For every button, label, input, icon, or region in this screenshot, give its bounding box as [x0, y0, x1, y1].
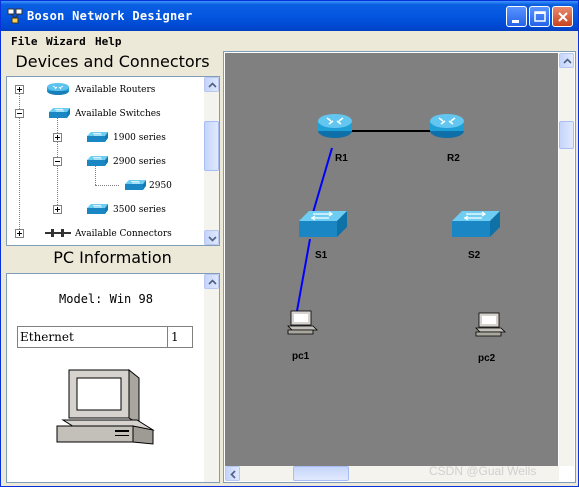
chevron-up-icon: [208, 82, 217, 88]
pc-large-icon: [56, 368, 155, 445]
tree-item-routers[interactable]: Available Routers: [75, 85, 155, 95]
chevron-up-icon: [563, 58, 572, 64]
canvas-scroll-up[interactable]: [559, 53, 574, 68]
pc-info-scroll-up[interactable]: [204, 274, 219, 289]
device-tree: Available Routers Available Switches 190…: [6, 76, 220, 246]
maximize-button[interactable]: [529, 6, 550, 27]
switch-icon: [87, 204, 108, 214]
app-network-icon: [7, 8, 23, 24]
topology-canvas[interactable]: R1 R2 S1 S2 pc1 pc2: [225, 53, 558, 466]
tree-scroll-down[interactable]: [204, 230, 219, 245]
tree-scroll-thumb[interactable]: [204, 121, 219, 171]
switch-icon: [87, 156, 108, 166]
device-label-s2: S2: [468, 250, 481, 261]
tree-item-2900-series[interactable]: 2900 series: [113, 157, 166, 167]
router-r2-icon[interactable]: [430, 114, 464, 138]
canvas-hscroll-thumb[interactable]: [293, 466, 349, 481]
watermark-text: CSDN @Gual Wells: [429, 464, 537, 478]
window-title: Boson Network Designer: [27, 9, 193, 23]
tree-item-3500-series[interactable]: 3500 series: [113, 205, 166, 215]
link-s1-pc1[interactable]: [296, 238, 311, 312]
canvas-scroll-left[interactable]: [225, 466, 240, 481]
chevron-left-icon: [230, 470, 236, 479]
link-r1-s1[interactable]: [311, 147, 333, 217]
canvas-vscroll-thumb[interactable]: [559, 121, 574, 149]
tree-item-2950[interactable]: 2950: [149, 181, 172, 191]
maximize-icon: [534, 11, 546, 22]
title-bar[interactable]: Boson Network Designer: [1, 1, 578, 31]
interface-row: Ethernet 1: [17, 326, 193, 348]
interface-count: 1: [171, 330, 179, 344]
device-label-pc2: pc2: [478, 353, 496, 364]
switch-s1-icon[interactable]: [299, 211, 347, 237]
tree-item-1900-series[interactable]: 1900 series: [113, 133, 166, 143]
router-r1-icon[interactable]: [318, 114, 352, 138]
chevron-up-icon: [208, 279, 217, 285]
tree-scroll-up[interactable]: [204, 77, 219, 92]
pc-pc2-icon[interactable]: [475, 312, 506, 337]
pc-pc1-icon[interactable]: [287, 310, 318, 335]
close-button[interactable]: [552, 6, 573, 27]
tree-expander-switches[interactable]: [15, 109, 24, 118]
devices-panel-header: Devices and Connectors: [5, 51, 220, 73]
minimize-icon: [512, 20, 519, 23]
connector-icon: [45, 229, 71, 237]
switch-icon: [125, 180, 146, 190]
app-window: Boson Network Designer File Wizard Help …: [0, 0, 579, 487]
menu-help[interactable]: Help: [95, 35, 122, 48]
interface-name: Ethernet: [20, 330, 74, 344]
close-icon: [558, 12, 568, 22]
menu-file[interactable]: File: [11, 35, 38, 48]
router-icon: [47, 83, 69, 95]
canvas-vscrollbar[interactable]: [559, 53, 574, 466]
menu-bar: File Wizard Help: [1, 31, 578, 51]
chevron-down-icon: [208, 236, 217, 242]
tree-item-switches[interactable]: Available Switches: [75, 109, 161, 119]
device-label-s1: S1: [315, 250, 328, 261]
device-label-r1: R1: [335, 153, 348, 164]
tree-expander-routers[interactable]: [15, 85, 24, 94]
topology-svg: [287, 114, 506, 337]
pc-info-header: PC Information: [5, 247, 220, 269]
device-label-pc1: pc1: [292, 351, 310, 362]
pc-info-scrollbar[interactable]: [204, 274, 219, 482]
pc-info-panel: Model: Win 98 Ethernet 1: [6, 273, 220, 483]
tree-expander-2900[interactable]: [53, 157, 62, 166]
tree-scrollbar[interactable]: [204, 77, 219, 245]
minimize-button[interactable]: [506, 6, 527, 27]
switch-s2-icon[interactable]: [452, 211, 500, 237]
tree-expander-1900[interactable]: [53, 133, 62, 142]
switch-icon: [87, 132, 108, 142]
device-label-r2: R2: [447, 153, 460, 164]
topology-canvas-frame: R1 R2 S1 S2 pc1 pc2: [223, 51, 576, 483]
tree-expander-3500[interactable]: [53, 205, 62, 214]
tree-item-connectors[interactable]: Available Connectors: [75, 229, 172, 239]
switch-icon: [49, 108, 70, 118]
menu-wizard[interactable]: Wizard: [46, 35, 86, 48]
pc-model: Model: Win 98: [59, 292, 153, 306]
tree-expander-connectors[interactable]: [15, 229, 24, 238]
